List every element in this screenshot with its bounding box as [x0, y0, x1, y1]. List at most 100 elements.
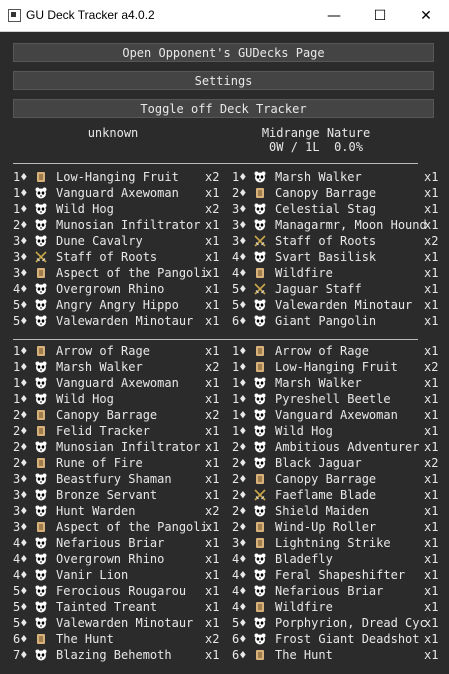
card-count: x1 [424, 536, 439, 550]
card-count: x2 [424, 456, 439, 470]
card-cost: 4♦ [232, 600, 247, 614]
card-cost: 1♦ [232, 408, 247, 422]
panda-icon [35, 585, 47, 597]
card-count: x1 [424, 440, 439, 454]
card-cost: 4♦ [232, 568, 247, 582]
card-cost: 1♦ [13, 344, 28, 358]
panda-icon [35, 219, 47, 231]
card-cost: 3♦ [232, 218, 247, 232]
card-row: 1♦ Arrow of Rage x1 [232, 343, 440, 359]
card-row: 1♦ Arrow of Rage x1 [13, 343, 221, 359]
card-cost: 3♦ [13, 520, 28, 534]
panda-icon [35, 361, 47, 373]
card-name: Valewarden Minotaur [56, 616, 194, 630]
maximize-button[interactable]: ☐ [357, 0, 403, 31]
card-cost: 2♦ [232, 186, 247, 200]
card-name: Faeflame Blade [275, 488, 377, 502]
card-row: 3♦ Lightning Strike x1 [232, 535, 440, 551]
card-cost: 1♦ [232, 376, 247, 390]
panda-icon [254, 377, 266, 389]
open-opponent-page-button[interactable]: Open Opponent's GUDecks Page [13, 43, 434, 62]
scroll-icon [254, 361, 266, 373]
card-count: x1 [424, 250, 439, 264]
card-row: 1♦ Low-Hanging Fruit x2 [232, 359, 440, 375]
card-cost: 5♦ [232, 616, 247, 630]
card-cost: 3♦ [13, 472, 28, 486]
card-count: x2 [205, 504, 220, 518]
card-row: 3♦ Celestial Stag x1 [232, 201, 440, 217]
card-count: x1 [424, 170, 439, 184]
card-row: 1♦ Wild Hog x1 [232, 423, 440, 439]
card-name: Arrow of Rage [56, 344, 150, 358]
scroll-icon [35, 457, 47, 469]
card-row: 4♦ Overgrown Rhino x1 [13, 551, 221, 567]
card-count: x1 [424, 520, 439, 534]
card-cost: 1♦ [232, 344, 247, 358]
card-name: Porphyrion, Dread Cyclops [275, 616, 428, 630]
panda-icon [254, 633, 266, 645]
scroll-icon [35, 345, 47, 357]
card-count: x1 [424, 472, 439, 486]
panda-icon [254, 393, 266, 405]
card-cost: 1♦ [13, 392, 28, 406]
card-cost: 2♦ [13, 424, 28, 438]
close-button[interactable]: ✕ [403, 0, 449, 31]
crossed-swords-icon [35, 251, 47, 263]
card-name: Nefarious Briar [56, 536, 165, 550]
card-name: Angry Angry Hippo [56, 298, 179, 312]
card-count: x1 [205, 616, 220, 630]
scroll-icon [254, 345, 266, 357]
crossed-swords-icon [254, 235, 266, 247]
scroll-icon [254, 537, 266, 549]
card-row: 4♦ Feral Shapeshifter x1 [232, 567, 440, 583]
panda-icon [254, 505, 266, 517]
card-cost: 4♦ [13, 568, 28, 582]
card-name: Munosian Infiltrator [56, 218, 201, 232]
card-cost: 4♦ [13, 282, 28, 296]
panda-icon [254, 251, 266, 263]
card-count: x1 [424, 568, 439, 582]
card-name: Felid Tracker [56, 424, 150, 438]
card-name: Bronze Servant [56, 488, 158, 502]
minimize-button[interactable]: — [311, 0, 357, 31]
card-cost: 2♦ [232, 472, 247, 486]
card-row: 1♦ Vanguard Axewoman x1 [13, 375, 221, 391]
card-row: 3♦ Bronze Servant x1 [13, 487, 221, 503]
opponent-name: unknown [87, 126, 139, 140]
card-name: Canopy Barrage [275, 186, 377, 200]
card-count: x1 [205, 648, 220, 662]
toggle-deck-tracker-button[interactable]: Toggle off Deck Tracker [13, 99, 434, 118]
deck-record: 0W / 1L [269, 140, 320, 154]
panda-icon [254, 219, 266, 231]
card-name: Ambitious Adventurer [275, 440, 420, 454]
panda-icon [35, 441, 47, 453]
card-row: 4♦ Overgrown Rhino x1 [13, 281, 221, 297]
card-name: Overgrown Rhino [56, 552, 165, 566]
panda-icon [35, 649, 47, 661]
panda-icon [35, 187, 47, 199]
card-cost: 3♦ [232, 536, 247, 550]
card-name: Bladefly [275, 552, 333, 566]
crossed-swords-icon [254, 283, 266, 295]
card-cost: 2♦ [232, 520, 247, 534]
card-count: x1 [205, 568, 220, 582]
panda-icon [35, 283, 47, 295]
card-name: Dune Cavalry [56, 234, 143, 248]
section-divider [13, 339, 418, 340]
card-row: 6♦ The Hunt x1 [232, 647, 440, 663]
card-row: 1♦ Wild Hog x2 [13, 201, 221, 217]
panda-icon [35, 315, 47, 327]
card-cost: 2♦ [232, 456, 247, 470]
card-name: Nefarious Briar [275, 584, 384, 598]
card-row: 5♦ Jaguar Staff x1 [232, 281, 440, 297]
card-row: 4♦ Nefarious Briar x1 [232, 583, 440, 599]
card-cost: 1♦ [13, 202, 28, 216]
card-row: 5♦ Angry Angry Hippo x1 [13, 297, 221, 313]
scroll-icon [35, 409, 47, 421]
card-name: Aspect of the Pangolin [56, 266, 209, 280]
settings-button[interactable]: Settings [13, 71, 434, 90]
panda-icon [35, 569, 47, 581]
card-row: 1♦ Pyreshell Beetle x1 [232, 391, 440, 407]
card-count: x1 [205, 186, 220, 200]
card-cost: 3♦ [13, 234, 28, 248]
